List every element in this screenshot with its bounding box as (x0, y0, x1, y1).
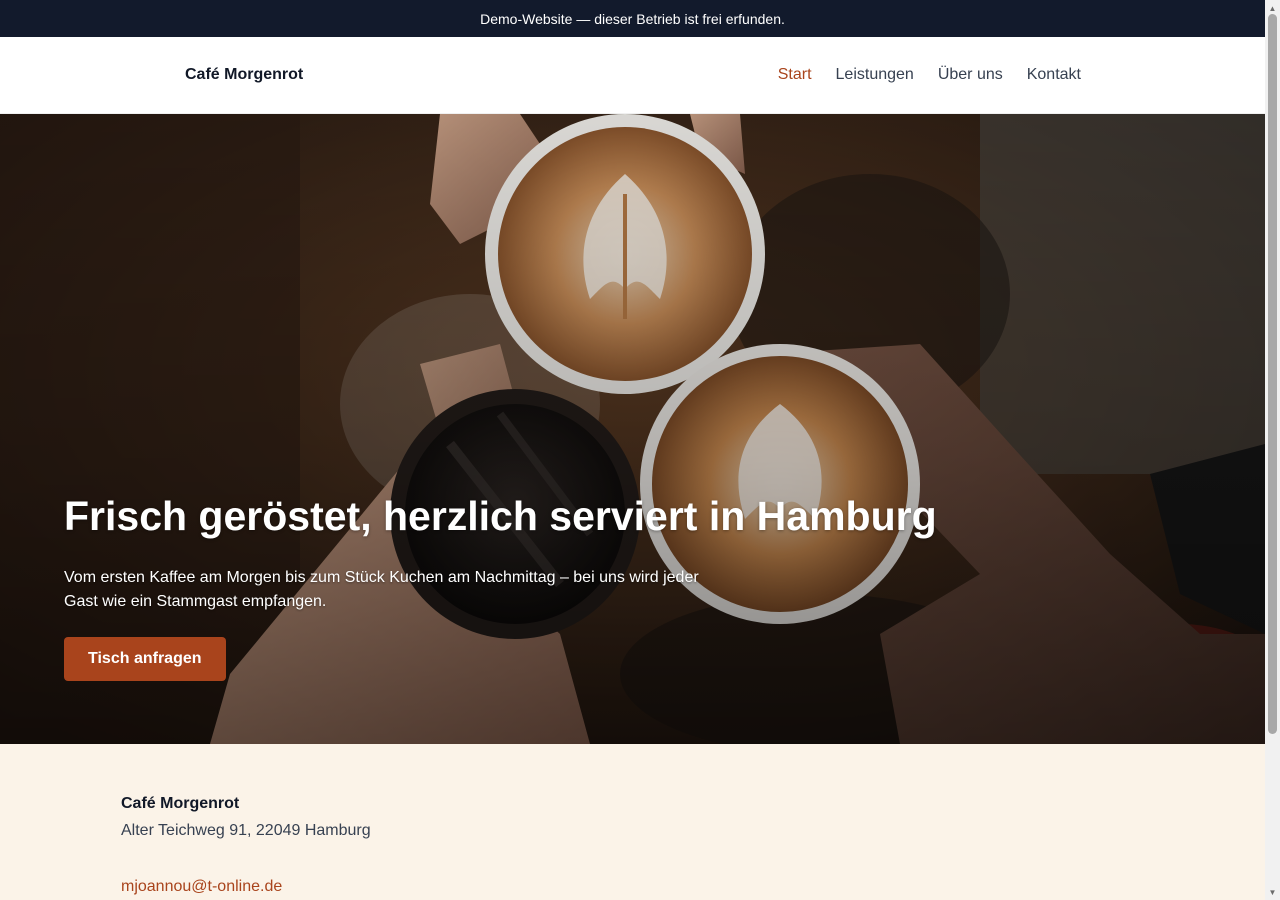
nav-item-start[interactable]: Start (778, 66, 812, 84)
demo-banner-text: Demo-Website — dieser Betrieb ist frei e… (480, 10, 785, 27)
contact-email-link[interactable]: mjoannou@t-online.de (121, 878, 282, 896)
scrollbar-thumb[interactable] (1268, 14, 1277, 734)
tisch-anfragen-button[interactable]: Tisch anfragen (64, 637, 226, 682)
scroll-down-arrow-icon[interactable]: ▼ (1265, 886, 1280, 898)
demo-banner: Demo-Website — dieser Betrieb ist frei e… (0, 0, 1265, 37)
hero-title: Frisch geröstet, herzlich serviert in Ha… (64, 493, 937, 539)
contact-name: Café Morgenrot (121, 795, 240, 812)
vertical-scrollbar[interactable]: ▲ ▼ (1265, 0, 1280, 900)
site-header: Café Morgenrot Start Leistungen Über uns… (0, 37, 1265, 114)
scroll-up-arrow-icon[interactable]: ▲ (1265, 2, 1280, 14)
nav-item-kontakt[interactable]: Kontakt (1027, 66, 1081, 84)
contact-section: Café Morgenrot Alter Teichweg 91, 22049 … (0, 744, 1265, 900)
main-nav: Start Leistungen Über uns Kontakt (778, 66, 1081, 84)
nav-item-leistungen[interactable]: Leistungen (836, 66, 914, 84)
contact-address: Alter Teichweg 91, 22049 Hamburg (121, 822, 371, 839)
page: Demo-Website — dieser Betrieb ist frei e… (0, 0, 1265, 900)
nav-item-ueber-uns[interactable]: Über uns (938, 66, 1003, 84)
hero-text: Vom ersten Kaffee am Morgen bis zum Stüc… (64, 569, 699, 611)
brand-logo-link[interactable]: Café Morgenrot (185, 66, 303, 84)
hero-section: Frisch geröstet, herzlich serviert in Ha… (0, 114, 1265, 744)
hero-content: Frisch geröstet, herzlich serviert in Ha… (64, 492, 964, 682)
